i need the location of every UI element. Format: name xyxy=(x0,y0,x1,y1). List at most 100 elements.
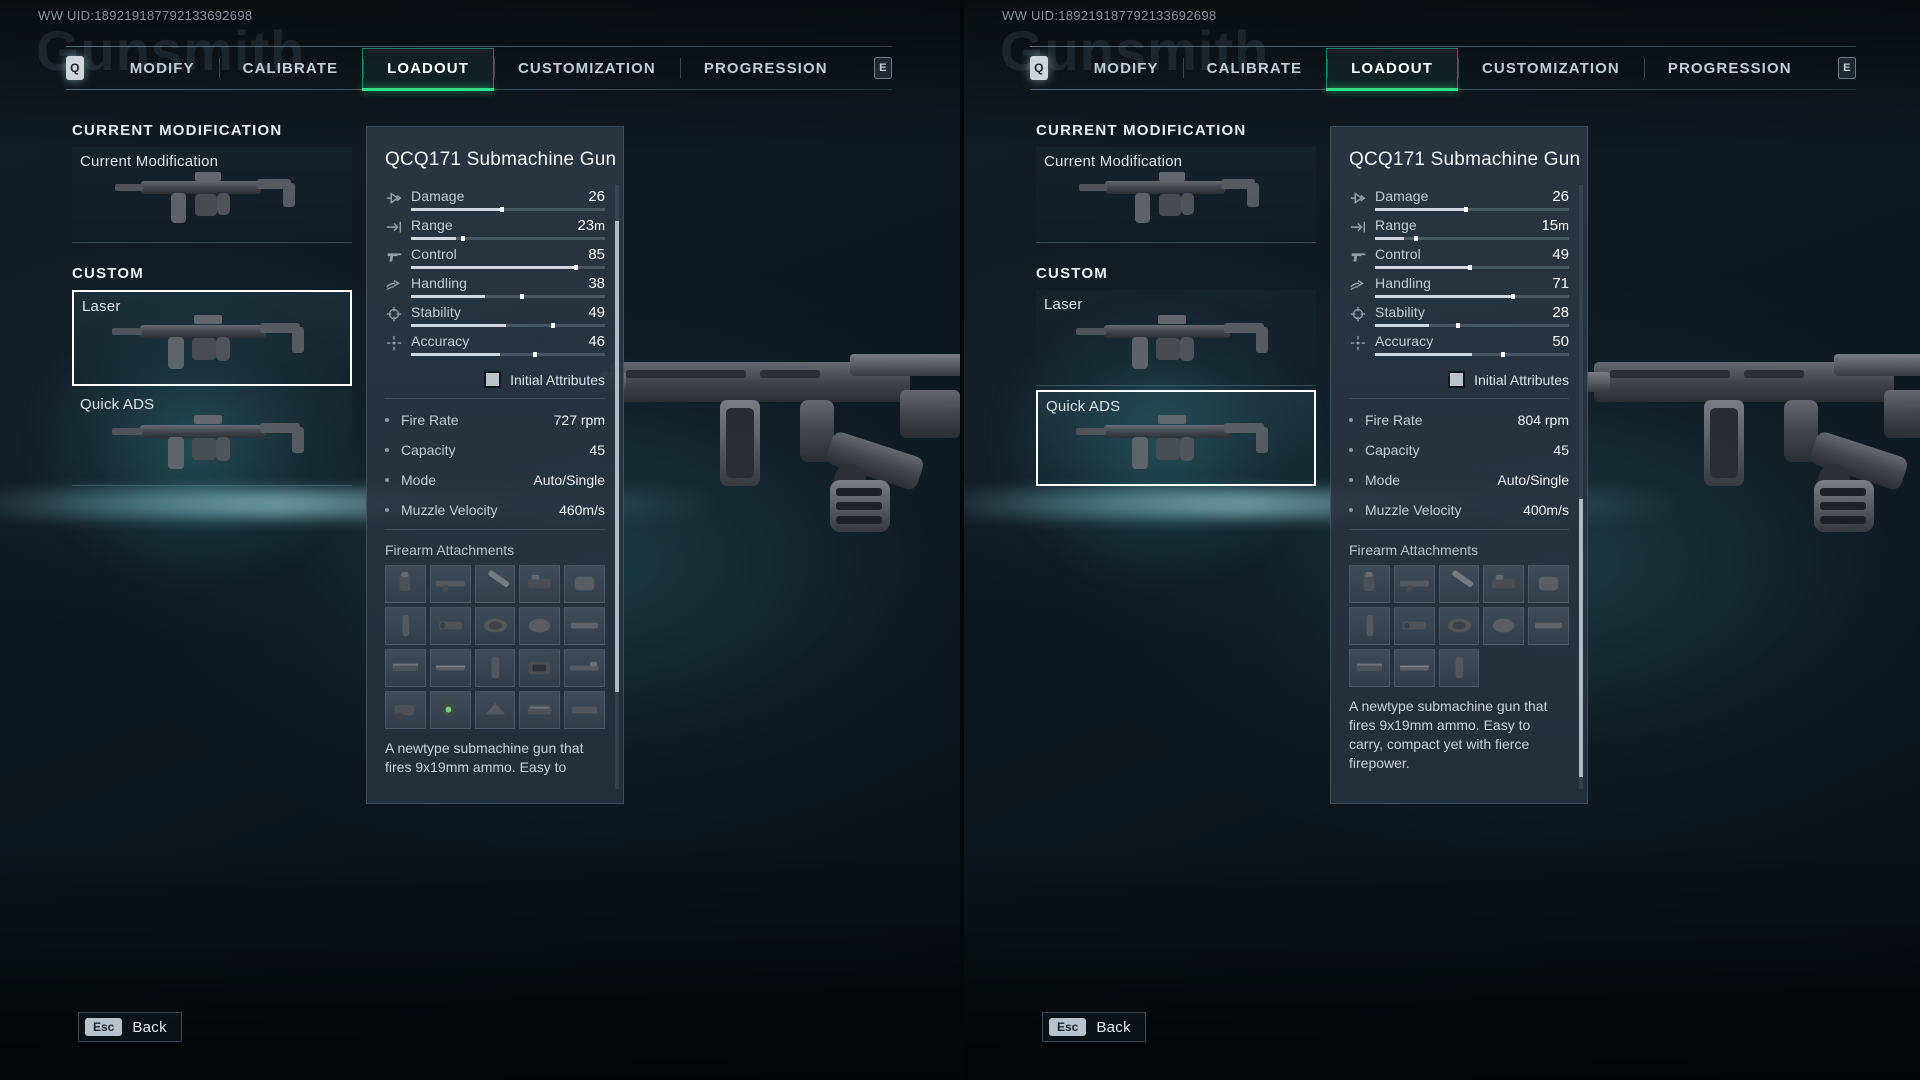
stat-bar xyxy=(1375,265,1569,270)
stat-bar xyxy=(411,236,605,241)
initial-attributes-row[interactable]: Initial Attributes xyxy=(385,371,605,388)
custom-item-quick-ads[interactable]: Quick ADS xyxy=(72,390,352,486)
tab-loadout[interactable]: LOADOUT xyxy=(362,48,494,91)
detail-value: Auto/Single xyxy=(533,472,605,488)
card-divider xyxy=(1349,398,1569,399)
handling-icon xyxy=(1349,277,1367,293)
custom-item-quick-ads[interactable]: Quick ADS xyxy=(1036,390,1316,486)
attachment-cell[interactable] xyxy=(385,691,426,729)
attachment-cell[interactable] xyxy=(519,649,561,687)
attachment-cell[interactable] xyxy=(1349,649,1390,687)
gunsmith-panel-right: Gunsmith WW UID:189219187792133692698 Q … xyxy=(960,0,1920,1080)
attachment-cell[interactable] xyxy=(1528,565,1569,603)
tab-modify[interactable]: MODIFY xyxy=(1070,48,1183,88)
current-modification-label: Current Modification xyxy=(80,153,219,170)
tab-progression[interactable]: PROGRESSION xyxy=(1643,48,1816,88)
tab-customization[interactable]: CUSTOMIZATION xyxy=(493,48,680,88)
control-icon xyxy=(385,248,403,264)
attachment-cell[interactable] xyxy=(429,649,471,687)
attachment-cell[interactable] xyxy=(564,565,605,603)
stat-row: Handling 71 xyxy=(1349,274,1569,303)
attachment-cell[interactable] xyxy=(1393,649,1435,687)
attachment-cell[interactable] xyxy=(474,649,516,687)
attachment-cell[interactable] xyxy=(1349,607,1390,645)
stat-bar xyxy=(411,323,605,328)
stat-list: Damage 26 Range 23m Control 85 Handling … xyxy=(385,187,605,361)
attachment-cell[interactable] xyxy=(564,607,605,645)
attachment-cell[interactable] xyxy=(1483,565,1525,603)
card-scrollbar[interactable] xyxy=(615,185,619,789)
card-scrollbar-thumb[interactable] xyxy=(1579,499,1583,777)
attachment-cell[interactable] xyxy=(1528,607,1569,645)
attachment-cell[interactable] xyxy=(519,565,561,603)
tab-calibrate[interactable]: CALIBRATE xyxy=(218,48,362,88)
detail-row: Capacity 45 xyxy=(1349,435,1569,465)
tab-calibrate[interactable]: CALIBRATE xyxy=(1182,48,1326,88)
current-modification-card[interactable]: Current Modification xyxy=(1036,147,1316,243)
bullet-icon xyxy=(1349,448,1353,452)
custom-heading: CUSTOM xyxy=(72,265,144,282)
initial-attributes-label: Initial Attributes xyxy=(510,371,605,388)
bullet-icon xyxy=(1349,418,1353,422)
detail-row: Fire Rate 727 rpm xyxy=(385,405,605,435)
attachment-cell[interactable] xyxy=(564,649,605,687)
stat-value: 26 xyxy=(1552,188,1569,205)
attachment-cell[interactable] xyxy=(519,607,561,645)
tab-modify[interactable]: MODIFY xyxy=(106,48,219,88)
uid-label: WW UID:189219187792133692698 xyxy=(38,8,253,23)
stat-name: Control xyxy=(411,246,457,262)
q-key-hint[interactable]: Q xyxy=(66,56,84,80)
custom-item-laser[interactable]: Laser xyxy=(1036,290,1316,386)
bullet-icon xyxy=(385,478,389,482)
tabbar-top-rule xyxy=(66,46,892,47)
detail-value: 804 rpm xyxy=(1517,412,1569,428)
tab-list: MODIFY CALIBRATE LOADOUT CUSTOMIZATION P… xyxy=(106,48,852,91)
attachments-heading: Firearm Attachments xyxy=(385,542,515,558)
attachment-cell[interactable] xyxy=(429,565,471,603)
initial-attributes-checkbox[interactable] xyxy=(484,371,502,388)
attachment-cell[interactable] xyxy=(429,691,471,729)
attachment-cell[interactable] xyxy=(1438,565,1480,603)
card-scrollbar[interactable] xyxy=(1579,185,1583,789)
attachment-cell[interactable] xyxy=(385,565,426,603)
attachment-cell[interactable] xyxy=(474,565,516,603)
card-divider xyxy=(1349,529,1569,530)
attachment-cell[interactable] xyxy=(1393,607,1435,645)
custom-item-laser[interactable]: Laser xyxy=(72,290,352,386)
stat-list: Damage 26 Range 15m Control 49 Handling … xyxy=(1349,187,1569,361)
initial-attributes-row[interactable]: Initial Attributes xyxy=(1349,371,1569,388)
stat-bar xyxy=(411,294,605,299)
tab-customization[interactable]: CUSTOMIZATION xyxy=(1457,48,1644,88)
attachment-cell[interactable] xyxy=(429,607,471,645)
stat-bar xyxy=(411,352,605,357)
initial-attributes-checkbox[interactable] xyxy=(1448,371,1466,388)
detail-value: 400m/s xyxy=(1523,502,1569,518)
current-modification-card[interactable]: Current Modification xyxy=(72,147,352,243)
tab-bar: Q MODIFY CALIBRATE LOADOUT CUSTOMIZATION… xyxy=(66,48,892,91)
card-scrollbar-thumb[interactable] xyxy=(615,221,619,693)
attachment-cell[interactable] xyxy=(564,691,605,729)
stat-row: Control 85 xyxy=(385,245,605,274)
range-icon xyxy=(1349,219,1367,235)
e-key-hint[interactable]: E xyxy=(873,57,892,79)
attachment-cell[interactable] xyxy=(1438,649,1480,687)
tab-loadout[interactable]: LOADOUT xyxy=(1326,48,1458,91)
e-key-hint[interactable]: E xyxy=(1837,57,1856,79)
attachment-cell[interactable] xyxy=(474,607,516,645)
back-button[interactable]: Esc Back xyxy=(78,1012,182,1042)
card-divider xyxy=(385,529,605,530)
attachment-cell[interactable] xyxy=(385,607,426,645)
attachment-cell[interactable] xyxy=(1438,607,1480,645)
weapon-name: QCQ171 Submachine Gun xyxy=(1349,149,1581,170)
attachment-cell[interactable] xyxy=(519,691,561,729)
attachment-cell[interactable] xyxy=(385,649,426,687)
q-key-hint[interactable]: Q xyxy=(1030,56,1048,80)
bullet-icon xyxy=(1349,478,1353,482)
attachment-cell[interactable] xyxy=(1349,565,1390,603)
back-button[interactable]: Esc Back xyxy=(1042,1012,1146,1042)
tab-progression[interactable]: PROGRESSION xyxy=(679,48,852,88)
detail-name: Muzzle Velocity xyxy=(1365,502,1462,518)
attachment-cell[interactable] xyxy=(1393,565,1435,603)
attachment-cell[interactable] xyxy=(1483,607,1525,645)
attachment-cell[interactable] xyxy=(474,691,516,729)
